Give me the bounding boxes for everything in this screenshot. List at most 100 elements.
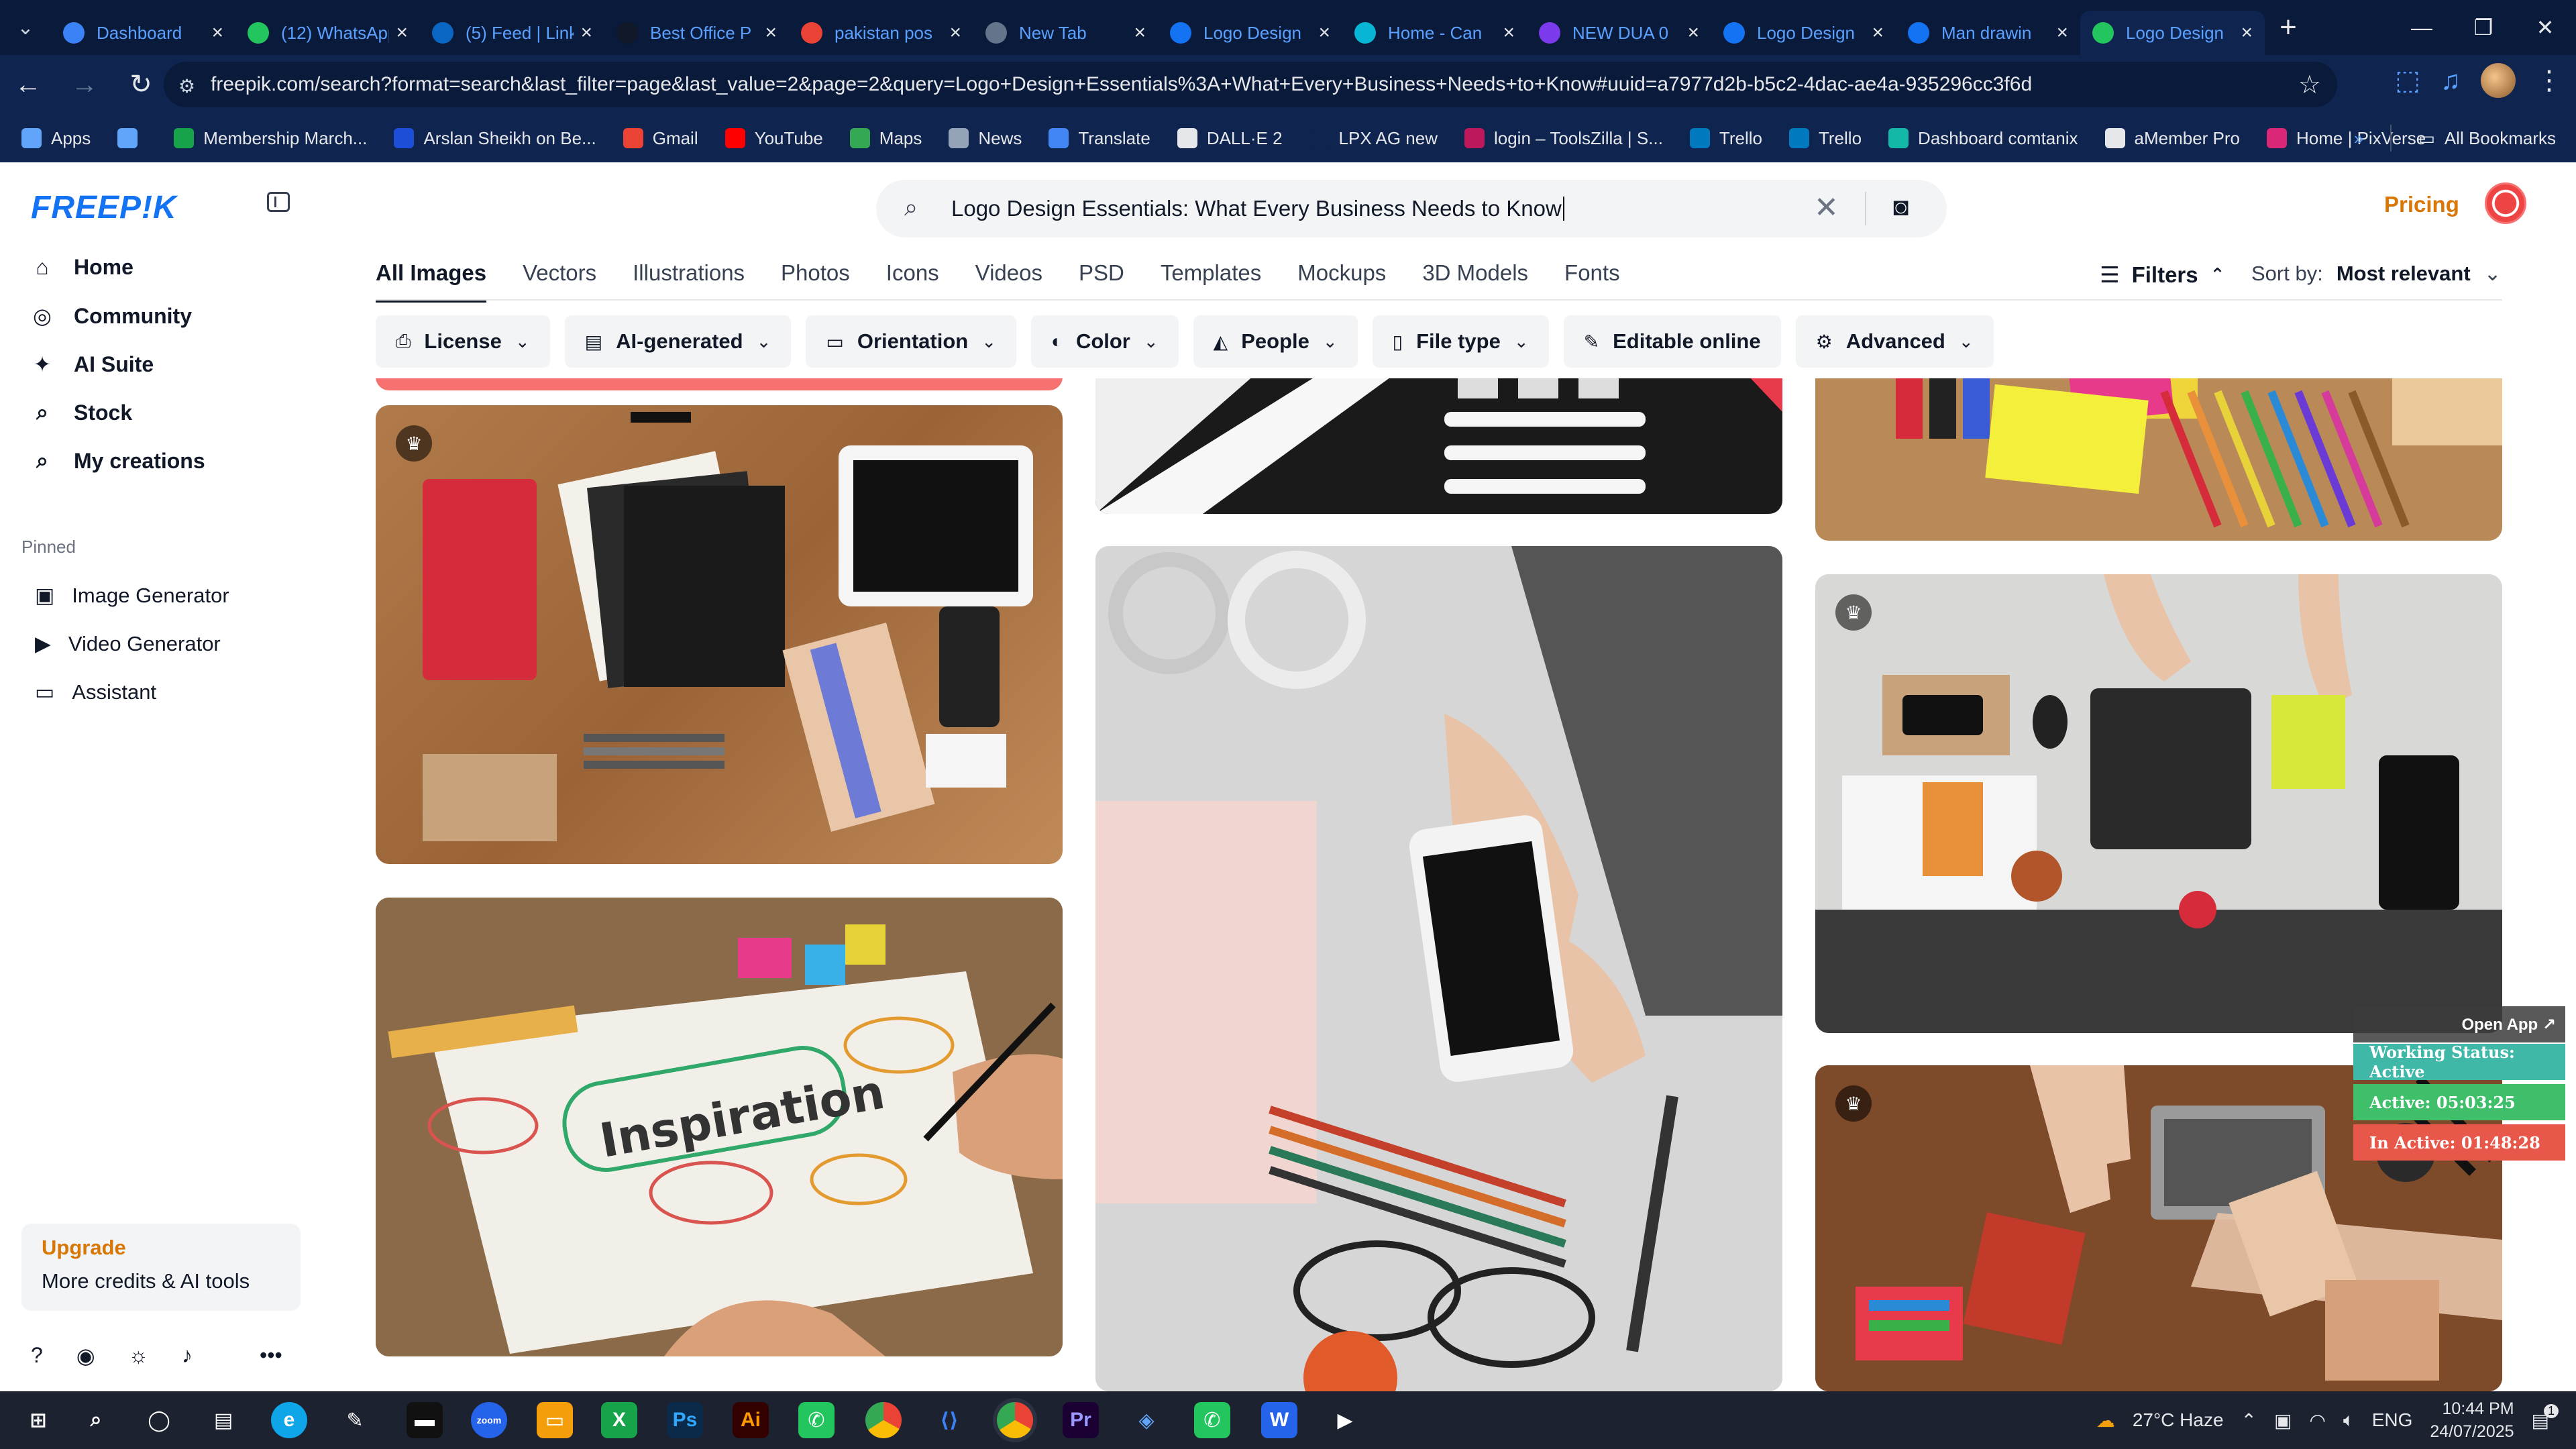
image-card-colored-pencils[interactable] <box>1815 378 2502 541</box>
filter-chip[interactable]: ▤ AI-generated ⌄ <box>564 315 792 368</box>
close-window-button[interactable]: ✕ <box>2514 0 2576 55</box>
discord-icon[interactable]: ◉ <box>76 1343 95 1368</box>
tab-close-icon[interactable]: × <box>580 21 592 44</box>
image-card-tablet-workspace[interactable]: ♛ <box>1815 574 2502 1033</box>
tab-close-icon[interactable]: × <box>396 21 408 44</box>
tab-close-icon[interactable]: × <box>1687 21 1699 44</box>
app-tray-icon[interactable]: ▣ <box>2274 1409 2292 1432</box>
category-tab[interactable]: All Images <box>376 260 487 303</box>
chrome-active-icon[interactable] <box>997 1402 1033 1438</box>
tab-close-icon[interactable]: × <box>2056 21 2068 44</box>
bookmark-item[interactable]: YouTube <box>724 128 823 149</box>
sidebar-item[interactable]: ⌕ My creations <box>31 448 205 474</box>
minimize-button[interactable]: — <box>2391 0 2453 55</box>
search-bar[interactable]: ⌕ Logo Design Essentials: What Every Bus… <box>876 180 1947 237</box>
back-button[interactable]: ← <box>0 70 56 100</box>
tab-search-chevron-icon[interactable]: ⌄ <box>0 0 51 55</box>
category-tab[interactable]: Mockups <box>1297 260 1386 303</box>
all-bookmarks-button[interactable]: ▭ All Bookmarks <box>2418 128 2556 149</box>
clear-search-icon[interactable]: ✕ <box>1814 191 1839 225</box>
more-bookmarks-icon[interactable]: » <box>2354 128 2363 149</box>
open-app-button[interactable]: Open App ↗ <box>2353 1006 2565 1042</box>
pen-tool-icon[interactable]: ✎ <box>337 1402 373 1438</box>
category-tab[interactable]: Vectors <box>523 260 596 303</box>
browser-tab[interactable]: Man drawin × <box>1896 11 2080 55</box>
sidebar-collapse-icon[interactable] <box>267 192 290 212</box>
weather-icon[interactable]: ☁ <box>2096 1409 2115 1432</box>
pinned-item[interactable]: ▶ Video Generator <box>35 632 221 656</box>
more-options-icon[interactable]: ••• <box>260 1343 282 1368</box>
image-card-inspiration-sketch[interactable]: Inspiration <box>376 898 1063 1356</box>
phone-app-2-icon[interactable]: ✆ <box>1194 1402 1230 1438</box>
filter-chip[interactable]: ◐ Color ⌄ <box>1031 315 1179 368</box>
filter-chip[interactable]: ◭ People ⌄ <box>1193 315 1358 368</box>
notifications-icon[interactable]: ♪ <box>182 1343 193 1368</box>
bookmark-star-icon[interactable]: ☆ <box>2298 70 2321 100</box>
category-tab[interactable]: Icons <box>886 260 939 303</box>
theme-icon[interactable]: ☼ <box>129 1343 148 1368</box>
pricing-link[interactable]: Pricing <box>2384 192 2459 217</box>
filter-chip[interactable]: ✎ Editable online <box>1563 315 1781 368</box>
tab-close-icon[interactable]: × <box>211 21 223 44</box>
zoom-icon[interactable]: zoom <box>471 1402 507 1438</box>
category-tab[interactable]: Illustrations <box>633 260 745 303</box>
restore-button[interactable]: ❐ <box>2453 0 2514 55</box>
weather-text[interactable]: 27°C Haze <box>2133 1409 2224 1431</box>
file-explorer-icon[interactable]: ▭ <box>537 1402 573 1438</box>
image-card-phone-desk[interactable] <box>1095 546 1782 1391</box>
filter-chip[interactable]: ⎙ License ⌄ <box>376 315 550 368</box>
browser-tab[interactable]: Home - Can × <box>1342 11 1527 55</box>
browser-menu-icon[interactable]: ⋮ <box>2536 65 2563 96</box>
bookmark-item[interactable]: aMember Pro <box>2104 128 2240 149</box>
bookmark-item[interactable]: News <box>949 128 1022 149</box>
browser-tab[interactable]: Best Office P × <box>604 11 789 55</box>
illustrator-icon[interactable]: Ai <box>733 1402 769 1438</box>
photoshop-icon[interactable]: Ps <box>667 1402 703 1438</box>
sidebar-item[interactable]: ◎ Community <box>31 303 192 329</box>
bookmark-item[interactable]: Maps <box>849 128 922 149</box>
category-tab[interactable]: 3D Models <box>1422 260 1528 303</box>
network-app-icon[interactable]: ◈ <box>1128 1402 1165 1438</box>
browser-tab[interactable]: (12) WhatsApp × <box>235 11 420 55</box>
edge-icon[interactable]: e <box>271 1402 307 1438</box>
terminal-icon[interactable]: ▬ <box>407 1402 443 1438</box>
language-indicator[interactable]: ENG <box>2372 1409 2413 1431</box>
browser-tab[interactable]: pakistan pos × <box>789 11 973 55</box>
filter-chip[interactable]: ▭ Orientation ⌄ <box>806 315 1017 368</box>
upgrade-card[interactable]: Upgrade More credits & AI tools <box>21 1224 301 1311</box>
category-tab[interactable]: Photos <box>781 260 850 303</box>
vscode-icon[interactable]: ⟨⟩ <box>931 1402 967 1438</box>
browser-profile-avatar[interactable] <box>2481 63 2516 98</box>
premiere-icon[interactable]: Pr <box>1063 1402 1099 1438</box>
browser-tab[interactable]: New Tab × <box>973 11 1158 55</box>
image-card-stationery-wood[interactable]: ♛ <box>376 405 1063 864</box>
clock[interactable]: 10:44 PM 24/07/2025 <box>2430 1397 2514 1443</box>
tab-close-icon[interactable]: × <box>949 21 961 44</box>
show-hidden-icons[interactable]: ⌃ <box>2241 1409 2257 1432</box>
bookmark-item[interactable]: Membership March... <box>174 128 367 149</box>
browser-tab[interactable]: NEW DUA 0 × <box>1527 11 1711 55</box>
phone-app-icon[interactable]: ✆ <box>798 1402 835 1438</box>
url-field[interactable]: ⚙ freepik.com/search?format=search&last_… <box>164 62 2337 107</box>
volume-icon[interactable]: 🔈︎ <box>2343 1409 2355 1432</box>
sidebar-item[interactable]: ✦ AI Suite <box>31 352 154 377</box>
chrome-icon[interactable] <box>865 1402 902 1438</box>
task-view-icon[interactable]: ▤ <box>205 1402 241 1438</box>
sort-by[interactable]: Sort by: Most relevant ⌄ <box>2251 262 2502 286</box>
search-input[interactable]: Logo Design Essentials: What Every Busin… <box>951 196 1562 221</box>
browser-tab[interactable]: Logo Design × <box>1711 11 1896 55</box>
filter-chip[interactable]: ⚙ Advanced ⌄ <box>1795 315 1994 368</box>
filters-button[interactable]: ☰ Filters ⌃ <box>2100 262 2224 288</box>
excel-icon[interactable]: X <box>601 1402 637 1438</box>
freepik-logo[interactable]: FREEP!K <box>31 189 177 226</box>
windows-start-icon[interactable]: ⊞ <box>20 1402 56 1438</box>
tab-close-icon[interactable]: × <box>1134 21 1146 44</box>
bookmark-item[interactable]: login – ToolsZilla | S... <box>1464 128 1663 149</box>
tab-close-icon[interactable]: × <box>1503 21 1515 44</box>
category-tab[interactable]: Templates <box>1161 260 1261 303</box>
pinned-item[interactable]: ▣ Image Generator <box>35 584 229 608</box>
tab-close-icon[interactable]: × <box>1872 21 1884 44</box>
category-tab[interactable]: Videos <box>975 260 1042 303</box>
tab-close-icon[interactable]: × <box>2241 21 2253 44</box>
bookmark-item[interactable]: Translate <box>1049 128 1150 149</box>
